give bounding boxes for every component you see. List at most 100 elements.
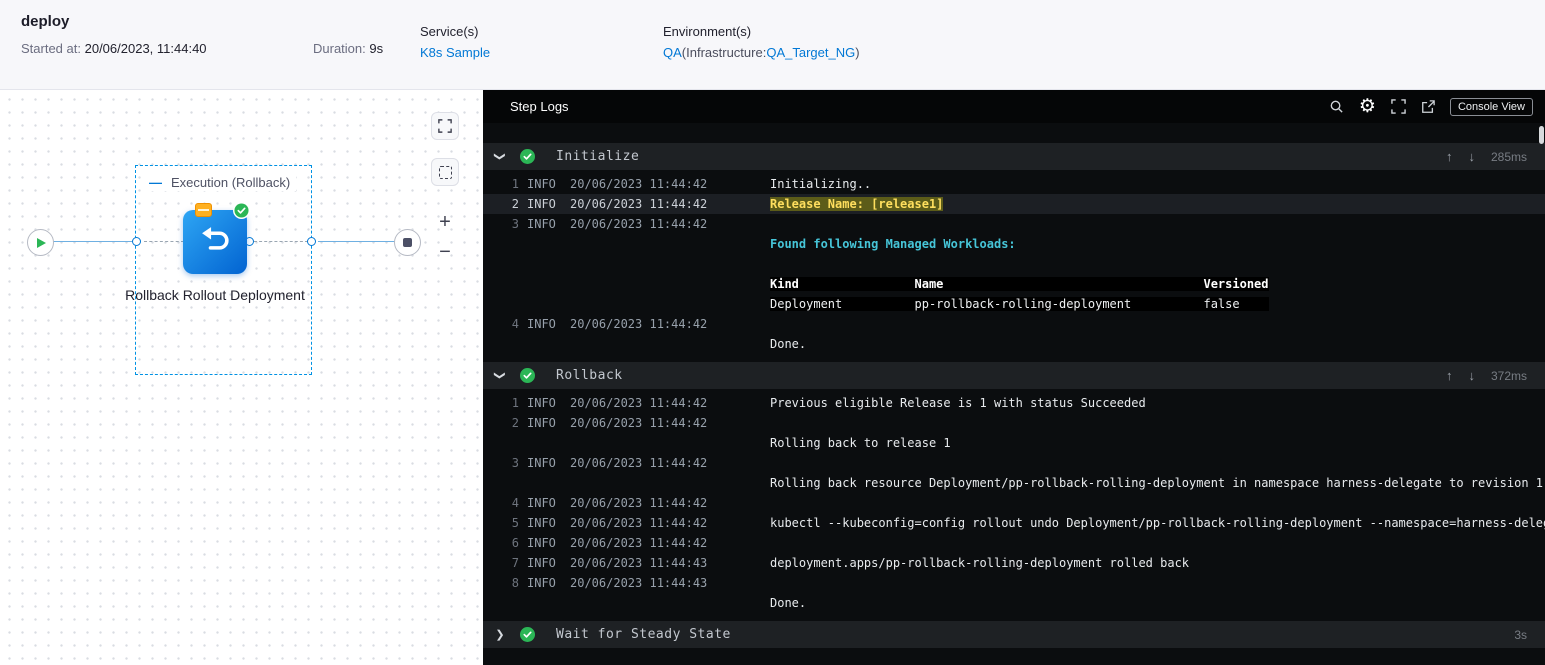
- marquee-select-button[interactable]: [431, 158, 459, 186]
- scroll-to-bottom-icon[interactable]: ↓: [1468, 149, 1475, 164]
- execution-group-label[interactable]: — Execution (Rollback): [143, 174, 297, 191]
- rollback-step-node[interactable]: [183, 210, 247, 274]
- log-timestamp: 20/06/2023 11:44:42: [570, 456, 708, 470]
- log-timestamp: [570, 294, 710, 314]
- pipeline-end-node[interactable]: [394, 229, 421, 256]
- log-message: deployment.apps/pp-rollback-rolling-depl…: [770, 556, 1190, 570]
- step-logs-panel: Step Logs ⚙ Console View ❯ Initialize ↑ ↓ 28…: [483, 90, 1545, 665]
- service-link[interactable]: K8s Sample: [420, 45, 490, 60]
- collapse-group-icon[interactable]: —: [149, 176, 162, 189]
- scroll-to-bottom-icon[interactable]: ↓: [1468, 368, 1475, 383]
- log-line-number: [483, 473, 519, 493]
- log-level: [527, 254, 562, 274]
- chevron-icon[interactable]: ❯: [494, 369, 507, 383]
- log-level: INFO: [527, 416, 556, 430]
- log-level: INFO: [527, 536, 556, 550]
- section-name: Rollback: [556, 368, 623, 383]
- scroll-to-top-icon[interactable]: ↑: [1446, 368, 1453, 383]
- log-row: 6 INFO 20/06/2023 11:44:42: [483, 533, 1545, 553]
- log-level: INFO: [527, 516, 556, 530]
- console-actions: ⚙ Console View: [1329, 97, 1533, 116]
- paren-close: ): [855, 45, 860, 60]
- step-node-label[interactable]: Rollback Rollout Deployment: [125, 285, 305, 306]
- log-level: [527, 593, 562, 613]
- log-timestamp: 20/06/2023 11:44:43: [570, 576, 708, 590]
- infrastructure-link[interactable]: QA_Target_NG: [766, 45, 855, 60]
- log-section-header[interactable]: ❯ Initialize ↑ ↓ 285ms: [483, 143, 1545, 170]
- services-label: Service(s): [420, 24, 479, 39]
- step-success-icon: [233, 202, 250, 219]
- settings-gear-icon[interactable]: ⚙: [1359, 97, 1376, 116]
- log-message: Initializing..: [770, 177, 872, 191]
- log-message: Done.: [770, 337, 807, 351]
- log-timestamp: 20/06/2023 11:44:42: [570, 317, 708, 331]
- log-level: [527, 274, 562, 294]
- log-level: INFO: [527, 197, 556, 211]
- log-row: 5 INFO 20/06/2023 11:44:42 kubectl --kubeco…: [483, 513, 1545, 533]
- services-block: Service(s) K8s Sample: [420, 24, 490, 60]
- log-section-header[interactable]: ❯ Wait for Steady State 3s: [483, 621, 1545, 648]
- fit-to-screen-button[interactable]: [431, 112, 459, 140]
- edge-group-to-end: [318, 241, 395, 242]
- log-row: 2 INFO 20/06/2023 11:44:42: [483, 413, 1545, 433]
- duration: Duration: 9s: [313, 41, 383, 56]
- environment-link[interactable]: QA: [663, 45, 682, 60]
- log-timestamp: 20/06/2023 11:44:42: [570, 416, 708, 430]
- log-row: 3 INFO 20/06/2023 11:44:42: [483, 453, 1545, 473]
- infrastructure-label: (Infrastructure:: [681, 45, 767, 60]
- log-row: 1 INFO 20/06/2023 11:44:42 Previous eligibl…: [483, 393, 1545, 413]
- zoom-out-button[interactable]: −: [431, 238, 459, 266]
- search-icon[interactable]: [1329, 99, 1344, 114]
- log-row: 4 INFO 20/06/2023 11:44:42: [483, 314, 1545, 334]
- open-in-new-icon[interactable]: [1421, 99, 1435, 114]
- log-message: Release Name: [release1]: [770, 197, 944, 211]
- log-timestamp: 20/06/2023 11:44:42: [570, 396, 708, 410]
- log-row: Found following Managed Workloads:: [483, 234, 1545, 254]
- log-timestamp: 20/06/2023 11:44:42: [570, 177, 708, 191]
- section-name: Initialize: [556, 149, 640, 164]
- log-timestamp: [570, 254, 710, 274]
- log-row: Done.: [483, 593, 1545, 613]
- log-timestamp: [570, 433, 710, 453]
- log-row: [483, 254, 1545, 274]
- console-view-button[interactable]: Console View: [1449, 97, 1533, 116]
- section-log-body: 1 INFO 20/06/2023 11:44:42 Initializing.. 2 I…: [483, 170, 1545, 358]
- log-level: INFO: [527, 317, 556, 331]
- console-scrollbar-thumb[interactable]: [1539, 126, 1544, 144]
- log-line-number: 6: [511, 536, 519, 550]
- success-check-icon: [520, 149, 535, 164]
- console-title: Step Logs: [510, 99, 569, 114]
- pipeline-start-node[interactable]: [27, 229, 54, 256]
- log-timestamp: [570, 593, 710, 613]
- scroll-to-top-icon[interactable]: ↑: [1446, 149, 1453, 164]
- play-icon: [37, 237, 46, 248]
- zoom-in-button[interactable]: +: [431, 208, 459, 236]
- log-section-header[interactable]: ❯ Rollback ↑ ↓ 372ms: [483, 362, 1545, 389]
- log-row: Kind Name Versioned: [483, 274, 1545, 294]
- chevron-icon[interactable]: ❯: [494, 150, 507, 164]
- log-line-number: 1: [511, 177, 519, 191]
- log-line-number: [483, 593, 519, 613]
- started-at: Started at: 20/06/2023, 11:44:40: [21, 41, 207, 56]
- fullscreen-icon[interactable]: [1391, 99, 1406, 114]
- log-line-number: 4: [511, 496, 519, 510]
- log-line-number: [483, 433, 519, 453]
- pipeline-title: deploy: [21, 13, 70, 30]
- log-line-number: 4: [511, 317, 519, 331]
- log-message: Rolling back resource Deployment/pp-roll…: [770, 476, 1544, 490]
- pipeline-canvas[interactable]: — Execution (Rollback) Rollback Rollout …: [0, 90, 483, 665]
- log-level: [527, 334, 562, 354]
- duration-label: Duration:: [313, 41, 366, 56]
- section-log-body: 1 INFO 20/06/2023 11:44:42 Previous eligibl…: [483, 389, 1545, 617]
- log-message: Kind Name Versioned: [770, 277, 1269, 291]
- chevron-icon[interactable]: ❯: [493, 628, 507, 641]
- log-line-number: [483, 334, 519, 354]
- log-level: INFO: [527, 217, 556, 231]
- log-message: kubectl --kubeconfig=config rollout undo…: [770, 516, 1545, 530]
- log-row: Deployment pp-rollback-rolling-deploymen…: [483, 294, 1545, 314]
- log-line-number: [483, 274, 519, 294]
- log-level: [527, 433, 562, 453]
- step-type-badge-icon: [195, 203, 212, 217]
- log-row: 8 INFO 20/06/2023 11:44:43: [483, 573, 1545, 593]
- console-header: Step Logs ⚙ Console View: [483, 90, 1545, 123]
